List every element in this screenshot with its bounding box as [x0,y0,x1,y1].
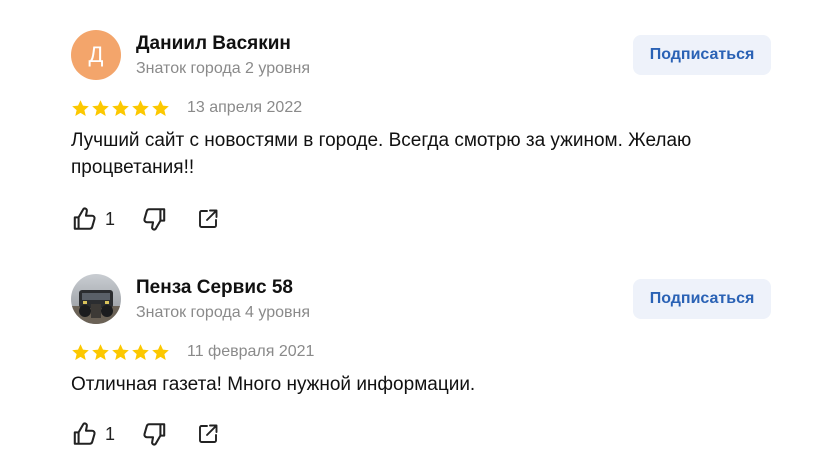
star-icon [91,343,110,362]
like-button[interactable]: 1 [71,421,115,447]
review-date: 13 апреля 2022 [187,99,303,116]
review-text: Отличная газета! Много нужной информации… [71,374,476,395]
like-count: 1 [105,423,116,444]
avatar-photo-image [71,274,121,324]
thumbs-up-icon [71,206,97,232]
share-icon [196,207,220,231]
review-author: Д Даниил Васякин Знаток города 2 уровня … [71,29,771,81]
share-button[interactable] [196,207,220,231]
review-author: Пенза Сервис 58 Знаток города 4 уровня П… [71,273,771,325]
thumbs-down-icon [142,421,168,447]
star-icon [71,99,90,118]
dislike-button[interactable] [142,421,168,447]
thumbs-up-icon [71,421,97,447]
review-date: 11 февраля 2021 [187,343,315,360]
author-name[interactable]: Пенза Сервис 58 [136,277,293,299]
dislike-button[interactable] [142,206,168,232]
like-button[interactable]: 1 [71,206,115,232]
review-actions: 1 [71,419,771,449]
review-card: Пенза Сервис 58 Знаток города 4 уровня П… [71,273,771,449]
star-rating [71,99,170,118]
avatar-initial: Д [88,42,104,67]
rating-row: 11 февраля 2021 [71,341,771,363]
avatar[interactable] [71,274,121,324]
star-icon [111,343,130,362]
rating-row: 13 апреля 2022 [71,97,771,119]
review-text: Лучший сайт с новостями в городе. Всегда… [71,130,692,178]
star-rating [71,343,170,362]
star-icon [131,343,150,362]
share-icon [196,422,220,446]
subscribe-button[interactable]: Подписаться [633,279,771,319]
author-level: Знаток города 4 уровня [136,304,311,321]
thumbs-down-icon [142,206,168,232]
star-icon [111,99,130,118]
author-level: Знаток города 2 уровня [136,60,311,77]
star-icon [131,99,150,118]
review-actions: 1 [71,204,771,234]
subscribe-button[interactable]: Подписаться [633,35,771,75]
avatar[interactable]: Д [71,30,121,80]
star-icon [91,99,110,118]
share-button[interactable] [196,422,220,446]
star-icon [151,99,170,118]
star-icon [151,343,170,362]
author-name[interactable]: Даниил Васякин [136,33,291,55]
like-count: 1 [105,208,116,229]
star-icon [71,343,90,362]
review-card: Д Даниил Васякин Знаток города 2 уровня … [71,29,771,234]
